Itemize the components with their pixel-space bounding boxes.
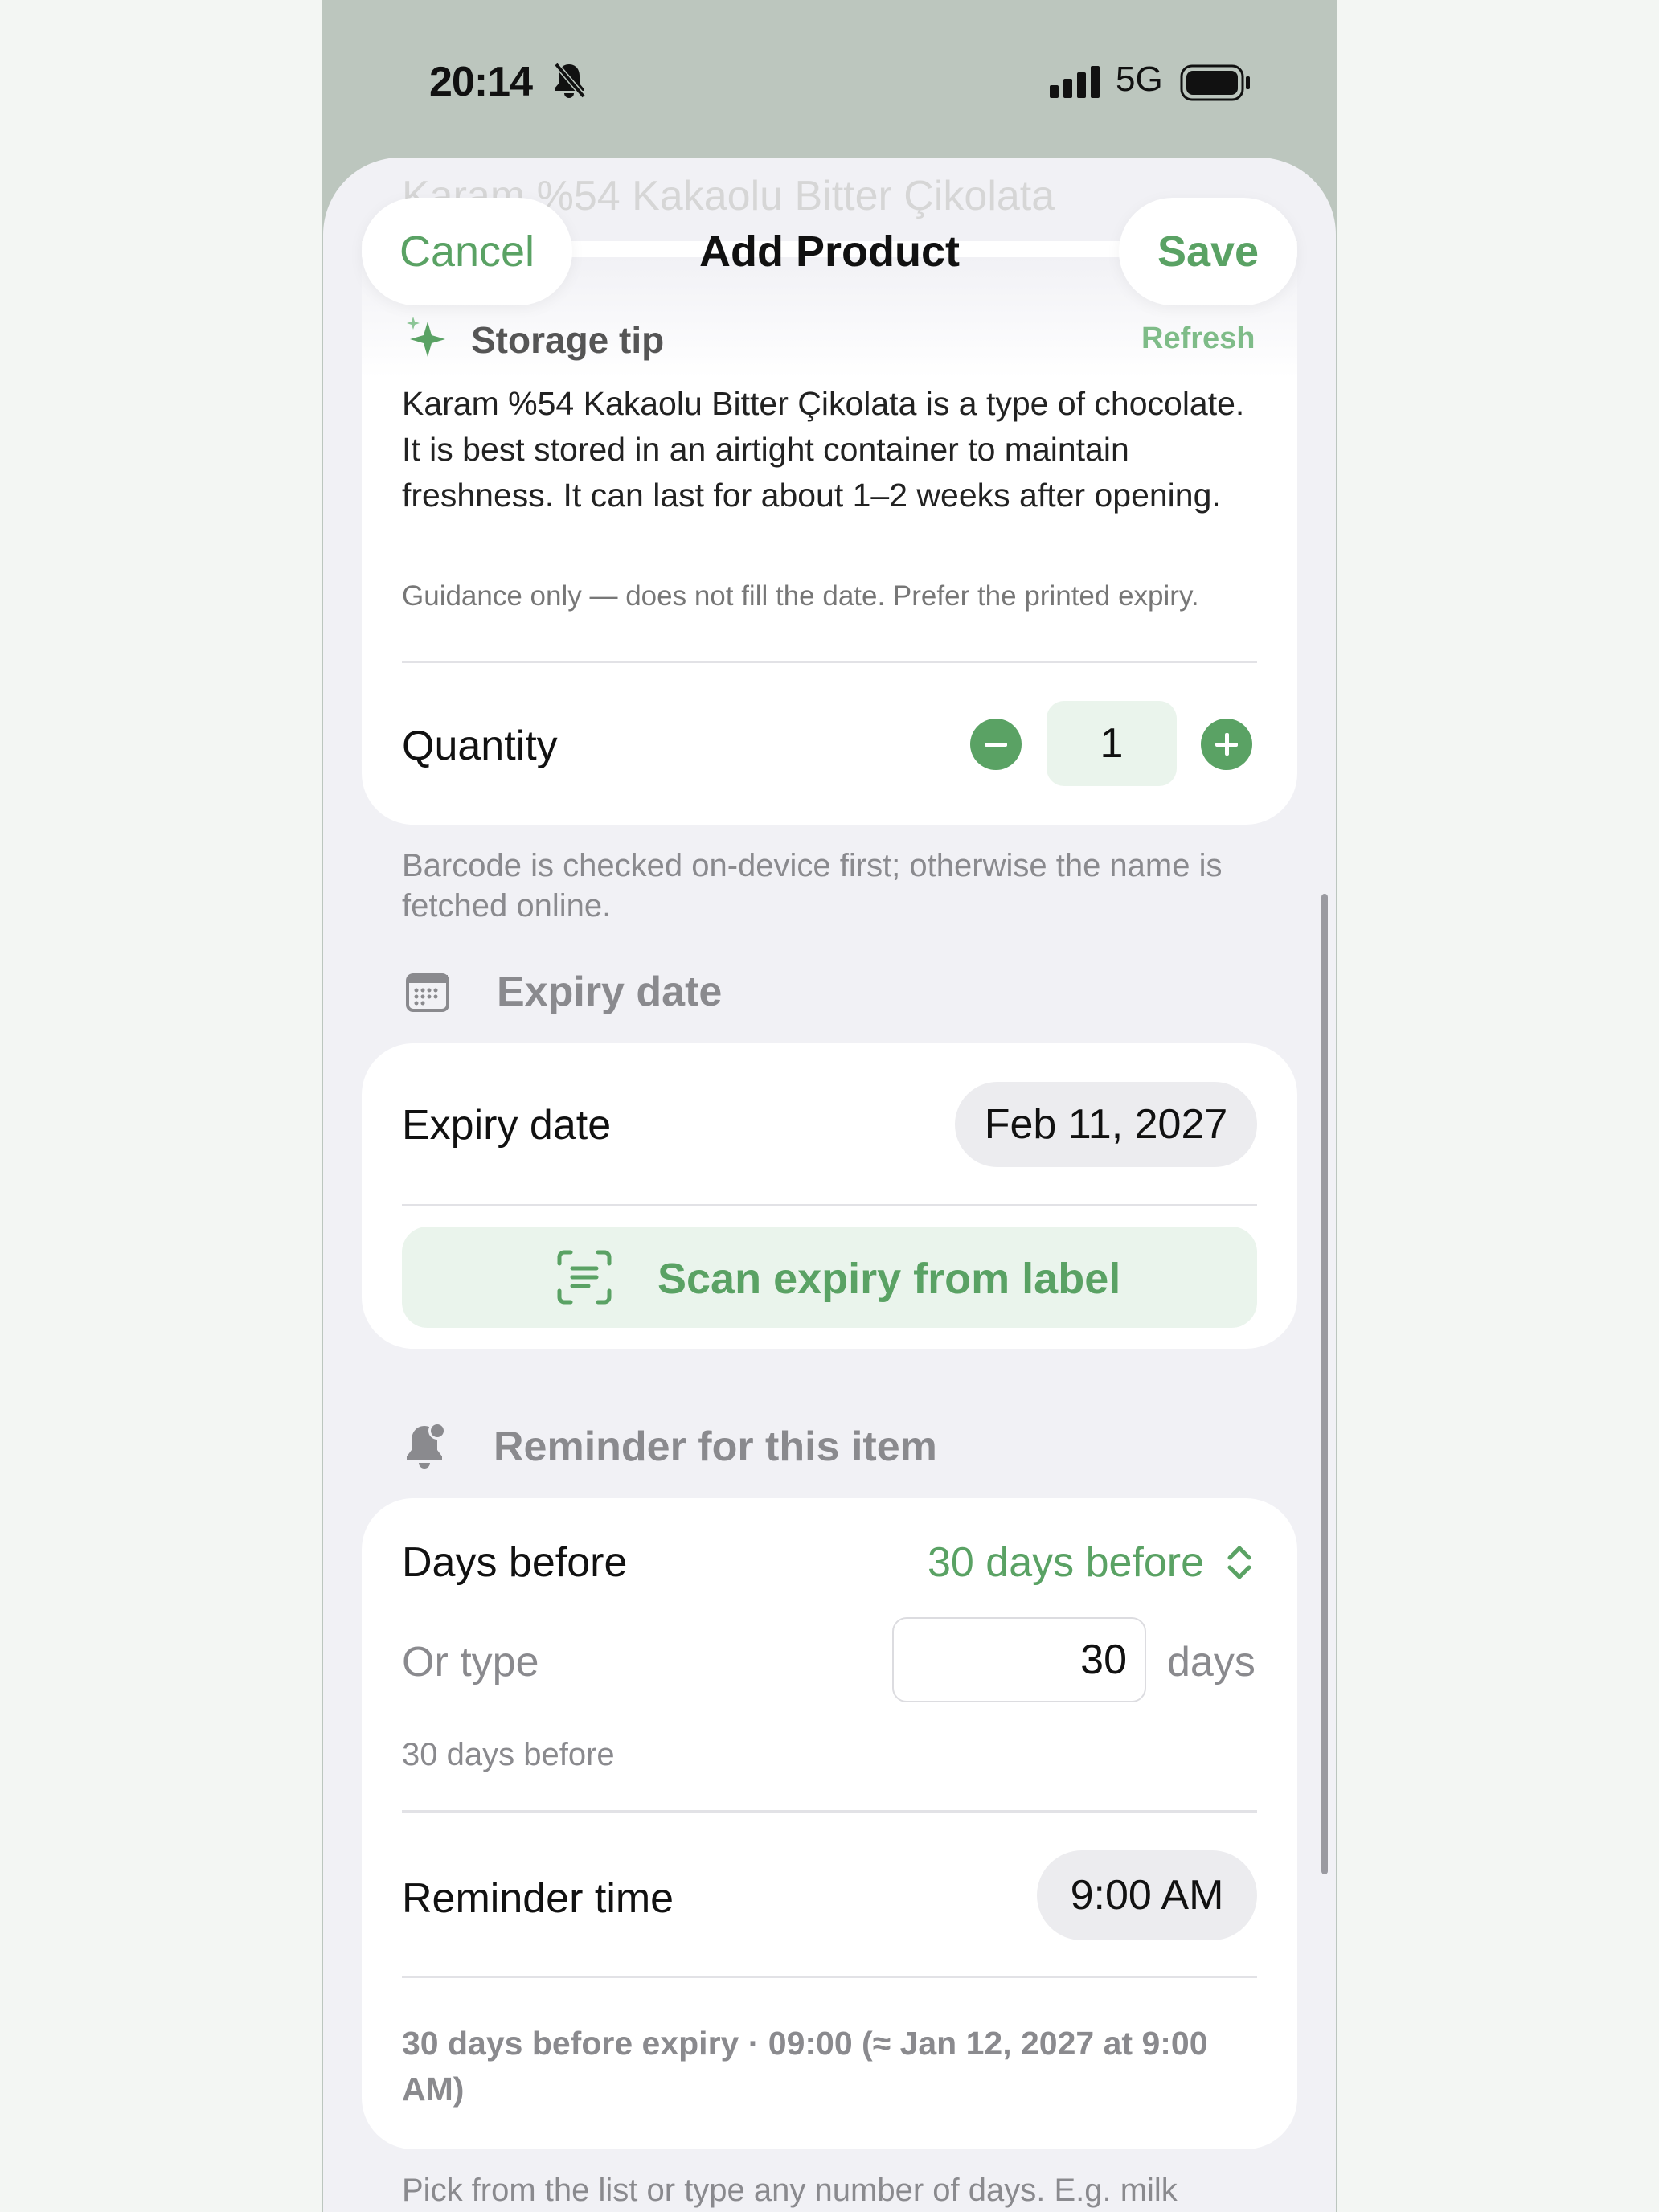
status-bar: 20:14 5G	[322, 0, 1337, 158]
or-type-label: Or type	[402, 1639, 539, 1686]
divider	[402, 1810, 1257, 1813]
save-button[interactable]: Save	[1119, 198, 1297, 305]
expiry-date-picker[interactable]: Feb 11, 2027	[955, 1082, 1257, 1167]
reminder-time-label: Reminder time	[402, 1875, 674, 1922]
reminder-section-title: Reminder for this item	[494, 1423, 937, 1470]
days-caption: 30 days before	[402, 1737, 615, 1772]
scan-expiry-label: Scan expiry from label	[657, 1255, 1121, 1303]
refresh-button[interactable]: Refresh	[1141, 322, 1256, 356]
days-before-label: Days before	[402, 1539, 628, 1586]
reminder-summary: 30 days before expiry · 09:00 (≈ Jan 12,…	[402, 2025, 1208, 2108]
minus-icon[interactable]	[970, 719, 1022, 770]
divider	[402, 661, 1257, 663]
plus-icon[interactable]	[1201, 719, 1252, 770]
expiry-section-title: Expiry date	[497, 969, 723, 1015]
reminder-footnote: Pick from the list or type any number of…	[402, 2173, 1178, 2208]
bell-slash-icon	[551, 61, 587, 104]
text-scan-icon	[556, 1249, 612, 1309]
barcode-footnote: Barcode is checked on-device first; othe…	[402, 848, 1223, 924]
expiry-date-label: Expiry date	[402, 1102, 612, 1149]
calendar-icon	[405, 971, 450, 1017]
signal-icon	[1050, 66, 1101, 102]
days-before-picker[interactable]: 30 days before	[928, 1538, 1204, 1587]
bell-badge-icon	[402, 1419, 450, 1475]
chevron-up-down-icon[interactable]	[1223, 1542, 1256, 1587]
days-unit: days	[1167, 1639, 1256, 1686]
storage-tip-body: Karam %54 Kakaolu Bitter Çikolata is a t…	[402, 385, 1245, 514]
quantity-stepper-value[interactable]: 1	[1047, 701, 1177, 786]
storage-tip-title: Storage tip	[471, 319, 665, 361]
divider	[402, 1204, 1257, 1206]
storage-tip-note: Guidance only — does not fill the date. …	[402, 580, 1199, 612]
reminder-time-picker[interactable]: 9:00 AM	[1037, 1850, 1257, 1940]
scrollbar[interactable]	[1321, 894, 1328, 1874]
sparkle-icon	[403, 315, 452, 367]
divider	[402, 1976, 1257, 1978]
status-time: 20:14	[429, 59, 533, 105]
days-input[interactable]: 30	[892, 1617, 1146, 1702]
battery-icon	[1180, 64, 1251, 105]
network-type: 5G	[1116, 59, 1163, 99]
quantity-label: Quantity	[402, 723, 558, 769]
